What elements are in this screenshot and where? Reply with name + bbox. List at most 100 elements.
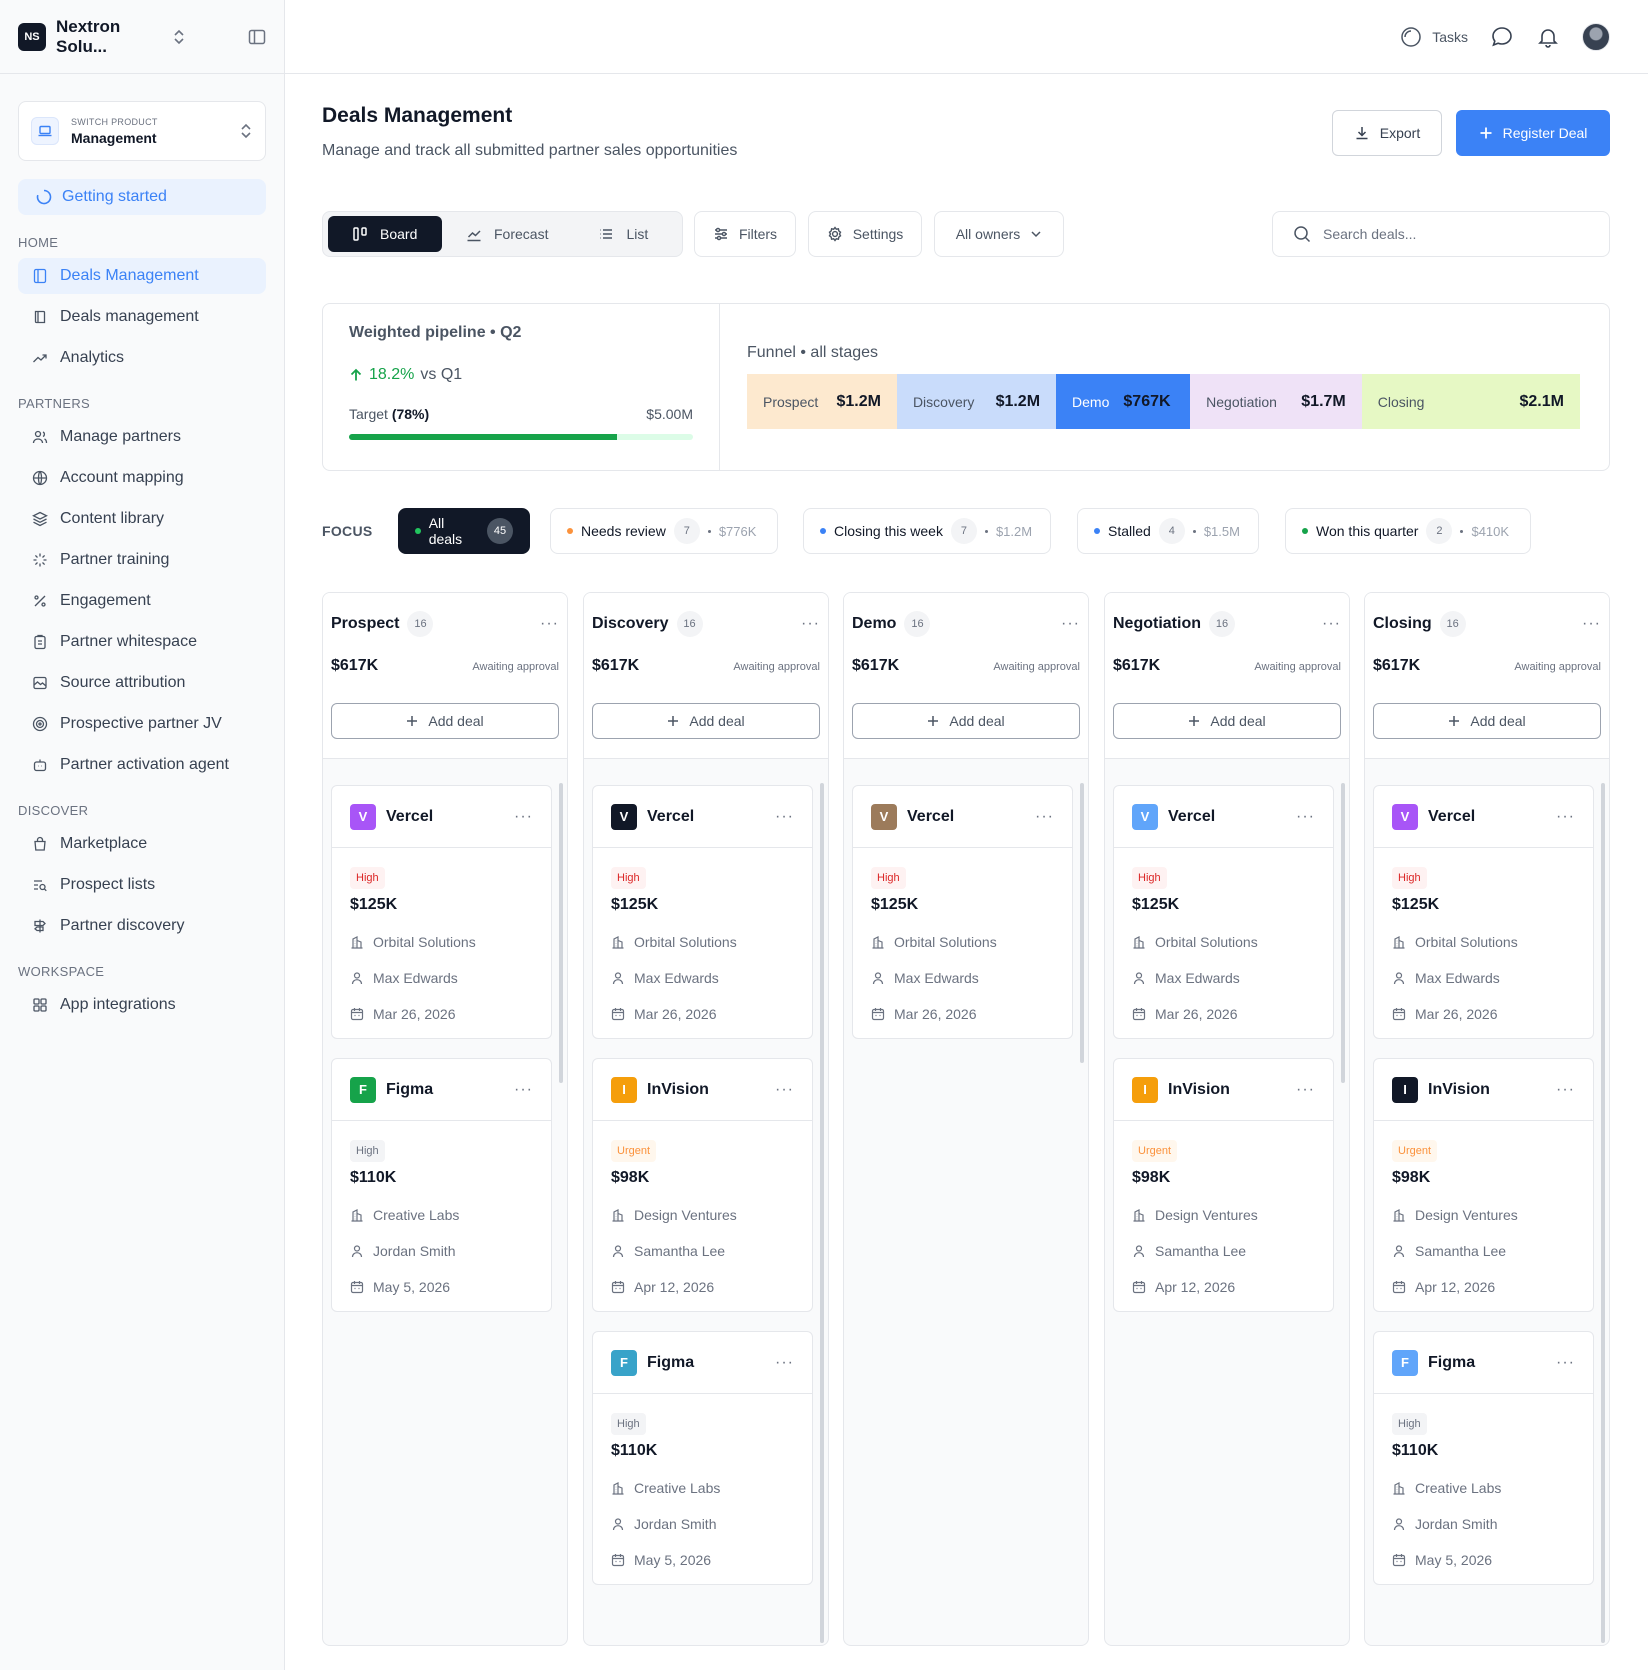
deal-card[interactable]: V Vercel ··· High $125K Orbital Solutions Max …: [592, 785, 813, 1039]
register-deal-button[interactable]: Register Deal: [1456, 110, 1610, 156]
column-header: Closing 16 ··· $617K Awaiting approval Add de…: [1365, 593, 1609, 759]
focus-chip-all-deals[interactable]: All deals 45: [398, 508, 530, 554]
more-icon[interactable]: ···: [1035, 808, 1054, 826]
deal-card[interactable]: F Figma ··· High $110K Creative Labs Jordan Sm…: [592, 1331, 813, 1585]
sidebar-item-partner-activation-agent[interactable]: Partner activation agent: [18, 747, 266, 783]
sidebar-item-partner-whitespace[interactable]: Partner whitespace: [18, 624, 266, 660]
bell-icon[interactable]: [1536, 25, 1560, 49]
owners-dropdown[interactable]: All owners: [934, 211, 1064, 257]
add-deal-button[interactable]: Add deal: [852, 703, 1080, 739]
sidebar-toggle-icon[interactable]: [248, 28, 266, 46]
focus-chip-needs-review[interactable]: Needs review 7 $776K: [550, 508, 778, 554]
deal-card[interactable]: I InVision ··· Urgent $98K Design Ventures Sam…: [1373, 1058, 1594, 1312]
sidebar-item-analytics[interactable]: Analytics: [18, 340, 266, 376]
org-name[interactable]: Nextron Solu...: [56, 17, 162, 57]
column-title: Demo: [852, 615, 897, 632]
deal-value: $110K: [350, 1169, 397, 1186]
focus-chip-closing-this-week[interactable]: Closing this week 7 $1.2M: [803, 508, 1051, 554]
sidebar-item-manage-partners[interactable]: Manage partners: [18, 419, 266, 455]
deal-card-header: V Vercel ···: [593, 786, 812, 848]
column-scrollbar[interactable]: [1080, 783, 1084, 1063]
sidebar-item-account-mapping[interactable]: Account mapping: [18, 460, 266, 496]
sidebar-item-marketplace[interactable]: Marketplace: [18, 826, 266, 862]
funnel-stage-closing[interactable]: Closing $2.1M: [1361, 374, 1580, 429]
more-icon[interactable]: ···: [1556, 1354, 1575, 1372]
deal-date: Mar 26, 2026: [350, 1006, 533, 1022]
calendar-icon: [611, 1007, 625, 1021]
export-button[interactable]: Export: [1332, 110, 1442, 156]
product-switcher[interactable]: SWITCH PRODUCT Management: [18, 101, 266, 161]
sidebar-item-app-integrations[interactable]: App integrations: [18, 987, 266, 1023]
deal-card[interactable]: V Vercel ··· High $125K Orbital Solutions Max …: [1373, 785, 1594, 1039]
funnel-stage-prospect[interactable]: Prospect $1.2M: [747, 374, 897, 429]
deal-value: $110K: [1392, 1442, 1439, 1459]
more-icon[interactable]: ···: [514, 1081, 533, 1099]
sidebar-item-content-library[interactable]: Content library: [18, 501, 266, 537]
more-icon[interactable]: ···: [1296, 808, 1315, 826]
add-deal-button[interactable]: Add deal: [331, 703, 559, 739]
deal-owner: Max Edwards: [350, 970, 533, 986]
priority-badge: Urgent: [1132, 1140, 1178, 1162]
building-icon: [611, 935, 625, 949]
column-scrollbar[interactable]: [559, 783, 563, 1083]
more-icon[interactable]: ···: [1322, 615, 1341, 633]
focus-chip-won-this-quarter[interactable]: Won this quarter 2 $410K: [1285, 508, 1531, 554]
sidebar-item-prospective-partner-jv[interactable]: Prospective partner JV: [18, 706, 266, 742]
column-scrollbar[interactable]: [1601, 783, 1605, 1643]
more-icon[interactable]: ···: [540, 615, 559, 633]
user-avatar[interactable]: [1582, 22, 1610, 51]
deal-card[interactable]: I InVision ··· Urgent $98K Design Ventures Sam…: [1113, 1058, 1334, 1312]
sidebar-item-partner-training[interactable]: Partner training: [18, 542, 266, 578]
settings-button[interactable]: Settings: [808, 211, 922, 257]
search-input[interactable]: [1323, 226, 1583, 242]
tasks-button[interactable]: Tasks: [1400, 26, 1468, 48]
sidebar-item-source-attribution[interactable]: Source attribution: [18, 665, 266, 701]
funnel-stage-value: $1.7M: [1301, 392, 1346, 410]
filters-button[interactable]: Filters: [694, 211, 796, 257]
deal-card[interactable]: F Figma ··· High $110K Creative Labs Jordan Sm…: [331, 1058, 552, 1312]
sidebar-item-engagement[interactable]: Engagement: [18, 583, 266, 619]
column-amount: $617K: [592, 657, 640, 674]
more-icon[interactable]: ···: [775, 1354, 794, 1372]
chip-count: 7: [673, 518, 700, 544]
deal-card[interactable]: V Vercel ··· High $125K Orbital Solutions Max …: [852, 785, 1073, 1039]
deal-card[interactable]: I InVision ··· Urgent $98K Design Ventures Sam…: [592, 1058, 813, 1312]
chevron-updown-icon[interactable]: [172, 28, 186, 46]
more-icon[interactable]: ···: [775, 808, 794, 826]
chip-label: All deals: [428, 515, 463, 547]
chat-icon[interactable]: [1490, 25, 1514, 49]
sidebar-item-label: Analytics: [60, 349, 125, 366]
deal-card[interactable]: F Figma ··· High $110K Creative Labs Jordan Sm…: [1373, 1331, 1594, 1585]
more-icon[interactable]: ···: [1061, 615, 1080, 633]
more-icon[interactable]: ···: [1556, 1081, 1575, 1099]
tab-list[interactable]: List: [572, 216, 672, 252]
funnel-stage-negotiation[interactable]: Negotiation $1.7M: [1190, 374, 1362, 429]
tab-forecast[interactable]: Forecast: [442, 216, 572, 252]
deal-card[interactable]: V Vercel ··· High $125K Orbital Solutions Max …: [1113, 785, 1334, 1039]
sidebar-item-deals-management[interactable]: Deals Management: [18, 258, 266, 294]
sidebar-item-prospect-lists[interactable]: Prospect lists: [18, 867, 266, 903]
more-icon[interactable]: ···: [775, 1081, 794, 1099]
more-icon[interactable]: ···: [514, 808, 533, 826]
getting-started-link[interactable]: Getting started: [18, 179, 266, 215]
deal-org: Design Ventures: [611, 1207, 794, 1223]
sidebar-item-partner-discovery[interactable]: Partner discovery: [18, 908, 266, 944]
tab-board[interactable]: Board: [328, 216, 442, 252]
more-icon[interactable]: ···: [801, 615, 820, 633]
funnel-stage-discovery[interactable]: Discovery $1.2M: [896, 374, 1057, 429]
column-scrollbar[interactable]: [820, 783, 824, 1643]
add-deal-button[interactable]: Add deal: [592, 703, 820, 739]
deal-card[interactable]: V Vercel ··· High $125K Orbital Solutions Max …: [331, 785, 552, 1039]
funnel-stage-demo[interactable]: Demo $767K: [1056, 374, 1191, 429]
deal-owner: Samantha Lee: [611, 1243, 794, 1259]
org-header: NS Nextron Solu...: [0, 0, 284, 74]
more-icon[interactable]: ···: [1296, 1081, 1315, 1099]
sidebar-item-deals-management[interactable]: Deals management: [18, 299, 266, 335]
focus-chip-stalled[interactable]: Stalled 4 $1.5M: [1077, 508, 1259, 554]
column-scrollbar[interactable]: [1341, 783, 1345, 1083]
deal-card-header: I InVision ···: [593, 1059, 812, 1121]
more-icon[interactable]: ···: [1556, 808, 1575, 826]
add-deal-button[interactable]: Add deal: [1373, 703, 1601, 739]
more-icon[interactable]: ···: [1582, 615, 1601, 633]
add-deal-button[interactable]: Add deal: [1113, 703, 1341, 739]
